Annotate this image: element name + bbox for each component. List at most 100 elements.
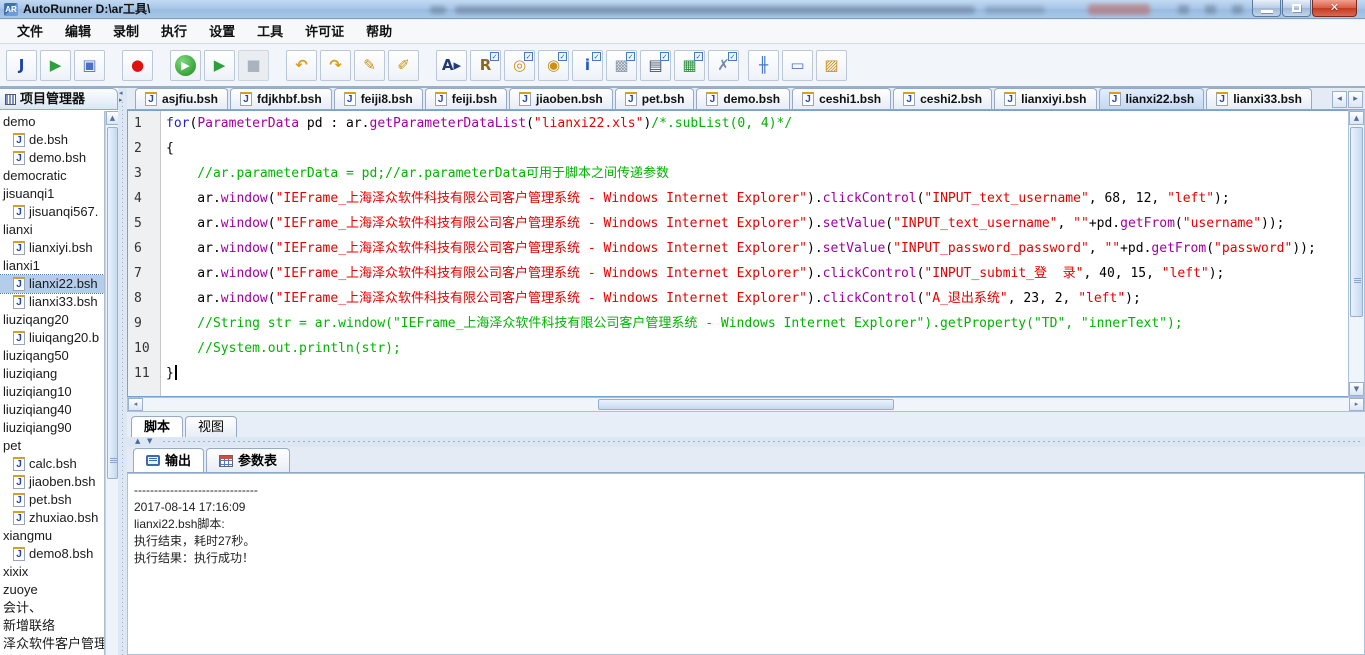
tree-item-liuziqiang[interactable]: liuziqiang: [0, 365, 104, 383]
output-tab-parameters[interactable]: 参数表: [206, 448, 290, 472]
tree-item-zhuxiao-bsh[interactable]: Jzhuxiao.bsh: [0, 509, 104, 527]
menu-item[interactable]: 工具: [246, 20, 294, 44]
code-token: "IEFrame_上海泽众软件科技有限公司客户管理系统 - Windows In…: [276, 291, 807, 306]
tab-lianxi33-bsh[interactable]: Jlianxi33.bsh: [1206, 88, 1312, 109]
record-button[interactable]: ●: [122, 50, 153, 81]
tab-asjfiu-bsh[interactable]: Jasjfiu.bsh: [135, 88, 228, 109]
tree-item-lianxi22-bsh[interactable]: Jlianxi22.bsh: [0, 275, 104, 293]
tab-ceshi1-bsh[interactable]: Jceshi1.bsh: [792, 88, 891, 109]
redo-button[interactable]: ↷: [320, 50, 351, 81]
menu-item[interactable]: 帮助: [355, 20, 403, 44]
sync-point-button[interactable]: ╫: [748, 50, 779, 81]
scroll-up-icon[interactable]: ▲: [1349, 111, 1364, 125]
new-script-button[interactable]: J: [6, 50, 37, 81]
scroll-right-icon[interactable]: ▸: [1349, 398, 1364, 411]
collapse-up-icon[interactable]: ▲: [135, 438, 140, 445]
sidebar-splitter[interactable]: ◂ ▸: [118, 88, 127, 655]
editor-vertical-scrollbar[interactable]: ▲ ▼: [1348, 110, 1365, 397]
tree-item-pet-bsh[interactable]: Jpet.bsh: [0, 491, 104, 509]
text-check-button[interactable]: A▸: [436, 50, 467, 81]
tree-item-demo-bsh[interactable]: Jdemo.bsh: [0, 149, 104, 167]
menu-item[interactable]: 编辑: [54, 20, 102, 44]
tree-item-liuziqang50[interactable]: liuziqang50: [0, 347, 104, 365]
tree-item-jisuanqi1[interactable]: jisuanqi1: [0, 185, 104, 203]
tree-item-pet[interactable]: pet: [0, 437, 104, 455]
minimize-button[interactable]: [1252, 0, 1281, 17]
tree-item--[interactable]: 泽众软件客户管理: [0, 635, 104, 653]
menu-item[interactable]: 许可证: [294, 20, 355, 44]
tree-item-liuziqiang90[interactable]: liuziqiang90: [0, 419, 104, 437]
output-tab-output[interactable]: 输出: [133, 448, 204, 472]
tree-item-liuziqiang40[interactable]: liuziqiang40: [0, 401, 104, 419]
close-button[interactable]: ✕: [1312, 0, 1357, 17]
checkpoint-search-button[interactable]: ◎✓: [504, 50, 535, 81]
tab-lianxiyi-bsh[interactable]: Jlianxiyi.bsh: [994, 88, 1096, 109]
tree-item-de-bsh[interactable]: Jde.bsh: [0, 131, 104, 149]
data-get-button[interactable]: R✓: [470, 50, 501, 81]
menu-item[interactable]: 执行: [150, 20, 198, 44]
tree-item-lianxi33-bsh[interactable]: Jlianxi33.bsh: [0, 293, 104, 311]
project-tree-scrollbar[interactable]: ▲: [105, 111, 118, 655]
restore-button[interactable]: [1282, 0, 1311, 17]
tree-item-liuiqang20-b[interactable]: Jliuiqang20.b: [0, 329, 104, 347]
output-splitter[interactable]: ▲ ▼: [127, 437, 1365, 447]
code-editor-box[interactable]: 1234567891011 for(ParameterData pd : ar.…: [127, 110, 1365, 397]
tree-item-calc-bsh[interactable]: Jcalc.bsh: [0, 455, 104, 473]
tree-item-democratic[interactable]: democratic: [0, 167, 104, 185]
project-manager-tab[interactable]: 项目管理器: [0, 88, 118, 110]
tree-item-jiaoben-bsh[interactable]: Jjiaoben.bsh: [0, 473, 104, 491]
tree-item-lianxiyi-bsh[interactable]: Jlianxiyi.bsh: [0, 239, 104, 257]
tree-item-demo[interactable]: demo: [0, 113, 104, 131]
tab-pet-bsh[interactable]: Jpet.bsh: [615, 88, 695, 109]
tab-feiji8-bsh[interactable]: Jfeiji8.bsh: [334, 88, 423, 109]
checkpoint-info-button[interactable]: i✓: [572, 50, 603, 81]
object-pick-button[interactable]: ✎: [354, 50, 385, 81]
checkpoint-property-button[interactable]: ◉✓: [538, 50, 569, 81]
tree-item-lianxi1[interactable]: lianxi1: [0, 257, 104, 275]
tab-demo-bsh[interactable]: Jdemo.bsh: [696, 88, 790, 109]
save-script-button[interactable]: ▣: [74, 50, 105, 81]
code-lines[interactable]: for(ParameterData pd : ar.getParameterDa…: [162, 111, 1348, 396]
editor-horizontal-scrollbar[interactable]: ◂ ▸: [127, 397, 1365, 412]
menu-item[interactable]: 文件: [6, 20, 54, 44]
tree-item-lianxi[interactable]: lianxi: [0, 221, 104, 239]
tab-feiji-bsh[interactable]: Jfeiji.bsh: [425, 88, 507, 109]
editor-mode-tab-view[interactable]: 视图: [185, 416, 237, 437]
tab-scroll-left-button[interactable]: ◂: [1332, 91, 1347, 108]
step-run-button[interactable]: ▶: [204, 50, 235, 81]
editor-mode-tab-script[interactable]: 脚本: [131, 416, 183, 437]
tab-scroll-right-button[interactable]: ▸: [1348, 91, 1363, 108]
scrollbar-thumb[interactable]: [1350, 127, 1363, 317]
scroll-left-icon[interactable]: ◂: [128, 398, 143, 411]
object-spy-button[interactable]: ✐: [388, 50, 419, 81]
tree-item-liuziqiang10[interactable]: liuziqiang10: [0, 383, 104, 401]
undo-button[interactable]: ↶: [286, 50, 317, 81]
run-button[interactable]: ▶: [170, 50, 201, 81]
tab-fdjkhbf-bsh[interactable]: Jfdjkhbf.bsh: [230, 88, 332, 109]
tab-lianxi22-bsh[interactable]: Jlianxi22.bsh: [1099, 88, 1205, 109]
output-log[interactable]: -------------------------------2017-08-1…: [127, 473, 1365, 655]
checkpoint-table-button[interactable]: ▦✓: [674, 50, 705, 81]
checkpoint-remove-button[interactable]: ✗✓: [708, 50, 739, 81]
tab-jiaoben-bsh[interactable]: Jjiaoben.bsh: [509, 88, 613, 109]
tree-item--[interactable]: 新增联络: [0, 617, 104, 635]
tree-item-demo8-bsh[interactable]: Jdemo8.bsh: [0, 545, 104, 563]
checkpoint-area-button[interactable]: ▩✓: [606, 50, 637, 81]
tree-item-liuziqang20[interactable]: liuziqang20: [0, 311, 104, 329]
tree-item-zuoye[interactable]: zuoye: [0, 581, 104, 599]
scrollbar-thumb[interactable]: [598, 399, 895, 410]
scrollbar-thumb[interactable]: [107, 127, 118, 479]
tab-ceshi2-bsh[interactable]: Jceshi2.bsh: [893, 88, 992, 109]
tree-item-xiangmu[interactable]: xiangmu: [0, 527, 104, 545]
parameter-form-button[interactable]: ▨: [816, 50, 847, 81]
open-script-button[interactable]: ▶: [40, 50, 71, 81]
tree-item-jisuanqi567-[interactable]: Jjisuanqi567.: [0, 203, 104, 221]
expand-down-icon[interactable]: ▼: [147, 438, 152, 445]
menu-item[interactable]: 设置: [198, 20, 246, 44]
tree-item-xixix[interactable]: xixix: [0, 563, 104, 581]
menu-item[interactable]: 录制: [102, 20, 150, 44]
checkpoint-text-button[interactable]: ▤✓: [640, 50, 671, 81]
tree-item--[interactable]: 会计、: [0, 599, 104, 617]
output-message-button[interactable]: ▭: [782, 50, 813, 81]
scroll-down-icon[interactable]: ▼: [1349, 382, 1364, 396]
